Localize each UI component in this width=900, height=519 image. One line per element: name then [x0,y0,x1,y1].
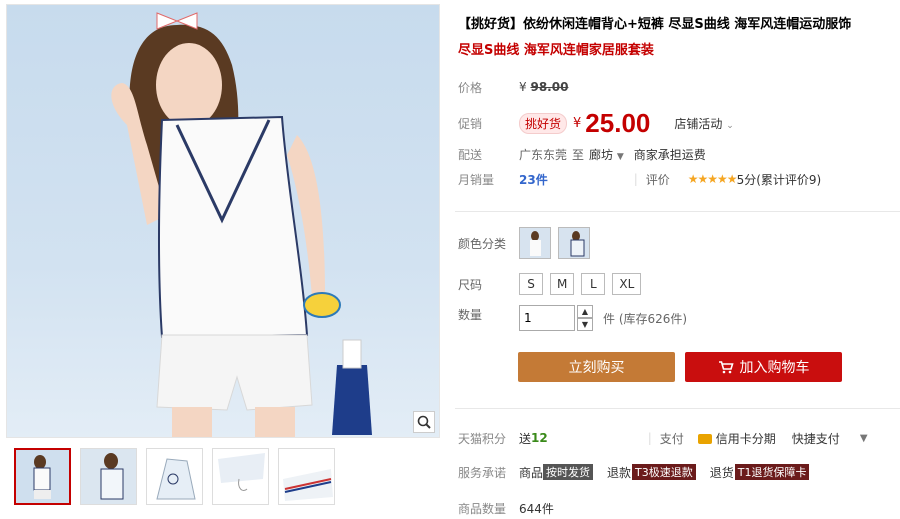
thumbnail-4[interactable] [212,448,269,505]
divider [455,211,900,212]
thumbnail-1[interactable] [14,448,71,505]
store-activity-dropdown[interactable]: 店铺活动 ⌄ [674,115,733,132]
separator: | [633,172,638,186]
dropdown-triangle-icon: ▼ [616,151,624,162]
points-value: 12 [531,431,548,445]
add-to-cart-button[interactable]: 加入购物车 [685,352,842,382]
quantity-label: 数量 [458,308,483,322]
shipping-fee: 商家承担运费 [633,147,706,162]
service-1-badge[interactable]: 按时发货 [543,464,594,480]
thumbnail-strip [14,448,335,505]
service-3-text: 退货 [709,465,734,480]
currency-symbol: ¥ [573,115,582,131]
buy-now-button[interactable]: 立刻购买 [518,352,675,382]
sales-row: 月销量 23件 | 评价 ★★★★★ 5分(累计评价9) [455,168,900,190]
price-row: 价格 ¥ 98.00 [455,76,900,98]
color-swatch-1[interactable] [519,227,551,259]
service-row: 服务承诺 商品 按时发货 退款 T3极速退款 退货 T1退货保障卡 [455,461,900,483]
quick-pay[interactable]: 快捷支付 [792,430,840,447]
goods-count-row: 商品数量 644件 [455,497,900,519]
color-label: 颜色分类 [458,236,507,251]
separator: | [647,431,652,445]
points-row: 天猫积分 送 12 | 支付 信用卡分期 快捷支付 ▼ [455,427,900,449]
original-price: ¥ 98.00 [519,80,568,94]
size-option-xl[interactable]: XL [612,273,642,295]
main-product-image[interactable] [6,4,440,438]
currency-symbol: ¥ [519,80,527,94]
credit-card-icon [697,434,712,444]
goods-count-value: 644件 [519,501,554,516]
shipping-row: 配送 广东东莞 至 廊坊 ▼ 商家承担运费 [455,143,900,165]
rating-text[interactable]: 5分(累计评价9) [737,171,822,188]
service-1-text: 商品 [519,465,544,480]
service-2-text: 退款 [607,465,632,480]
credit-card-installment[interactable]: 信用卡分期 [697,430,776,447]
product-info-panel: 【挑好货】依纷休闲连帽背心+短裤 尽显S曲线 海军风连帽运动服饰 尽显S曲线 海… [455,0,900,519]
size-row: 尺码 S M L XL [455,273,900,295]
rating-label: 评价 [645,172,670,187]
service-3-badge[interactable]: T1退货保障卡 [734,464,810,480]
size-option-s[interactable]: S [519,273,543,295]
magnifier-icon [417,415,431,429]
rating-stars: ★★★★★ [687,172,738,186]
size-label: 尺码 [458,277,483,292]
promo-price: 25.00 [585,107,651,138]
pay-label: 支付 [659,431,684,446]
quantity-input[interactable] [519,305,575,331]
ship-from: 广东东莞 [519,147,568,162]
credit-card-label: 信用卡分期 [715,431,776,446]
promo-label: 促销 [458,116,483,131]
quantity-increase-button[interactable]: ▲ [577,305,593,318]
size-option-m[interactable]: M [550,273,575,295]
price-label: 价格 [458,80,483,95]
add-to-cart-label: 加入购物车 [739,360,810,376]
stock-text: 件 (库存626件) [603,311,688,326]
divider [455,408,900,409]
ship-to-select[interactable]: 廊坊 ▼ [589,146,624,163]
monthly-sales-count: 23件 [519,172,548,187]
quantity-row: 数量 ▲ ▼ 件 (库存626件) [455,304,900,332]
model-illustration [111,12,372,437]
monthly-sales-label: 月销量 [458,172,495,187]
cart-icon [718,361,734,374]
promo-tag: 挑好货 [519,112,568,134]
points-prefix: 送 [519,431,532,446]
chevron-down-icon: ⌄ [726,120,734,131]
color-swatch-2[interactable] [558,227,590,259]
ship-to-city: 廊坊 [589,147,614,162]
zoom-button[interactable] [413,411,435,433]
store-activity-label: 店铺活动 [674,116,723,131]
thumbnail-3[interactable] [146,448,203,505]
thumbnail-2[interactable] [80,448,137,505]
points-label: 天猫积分 [458,431,507,446]
quantity-decrease-button[interactable]: ▼ [577,318,593,331]
service-2-badge[interactable]: T3极速退款 [632,464,696,480]
product-subtitle: 尽显S曲线 海军风连帽家居服套装 [458,43,654,58]
original-price-value: 98.00 [530,80,569,94]
size-option-l[interactable]: L [581,273,606,295]
ship-to-word: 至 [572,147,585,162]
goods-count-label: 商品数量 [458,501,507,516]
quantity-stepper: ▲ ▼ [577,305,593,331]
promo-row: 促销 挑好货 ¥ 25.00 店铺活动 ⌄ [455,108,900,138]
chevron-down-icon[interactable]: ▼ [860,433,868,444]
color-row: 颜色分类 [455,226,900,260]
service-label: 服务承诺 [458,465,507,480]
product-title: 【挑好货】依纷休闲连帽背心+短裤 尽显S曲线 海军风连帽运动服饰 [458,17,852,32]
product-gallery [6,4,440,517]
shipping-label: 配送 [458,147,483,162]
thumbnail-5[interactable] [278,448,335,505]
